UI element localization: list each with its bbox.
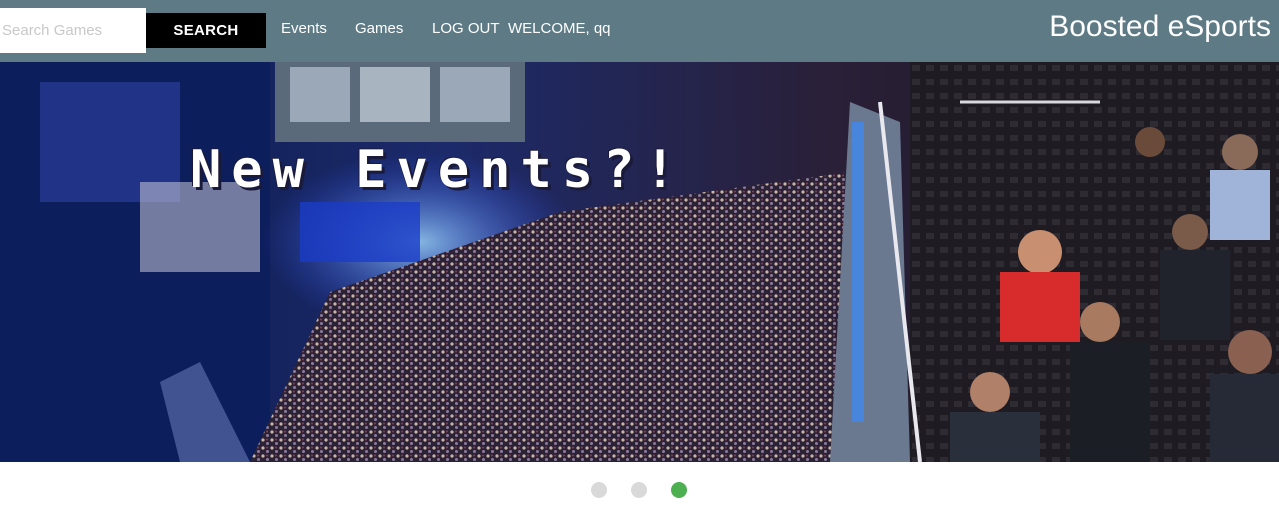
search-input[interactable] bbox=[0, 8, 146, 53]
carousel-indicators bbox=[0, 480, 1279, 500]
nav-link-games[interactable]: Games bbox=[355, 20, 403, 37]
nav-link-logout[interactable]: LOG OUT bbox=[432, 20, 500, 37]
slide-title: New Events?! bbox=[190, 140, 686, 200]
nav-link-events[interactable]: Events bbox=[281, 20, 327, 37]
brand-title[interactable]: Boosted eSports bbox=[1049, 10, 1271, 44]
carousel-dot-2[interactable] bbox=[631, 482, 647, 498]
search-button[interactable]: SEARCH bbox=[146, 13, 266, 48]
carousel-slide[interactable]: New Events?! bbox=[0, 62, 1279, 462]
arena-crowd-image bbox=[0, 62, 1279, 462]
carousel-dot-1[interactable] bbox=[591, 482, 607, 498]
top-navbar: SEARCH Events Games LOG OUT WELCOME, qq … bbox=[0, 0, 1279, 62]
welcome-text: WELCOME, qq bbox=[508, 20, 611, 37]
carousel-dot-3[interactable] bbox=[671, 482, 687, 498]
